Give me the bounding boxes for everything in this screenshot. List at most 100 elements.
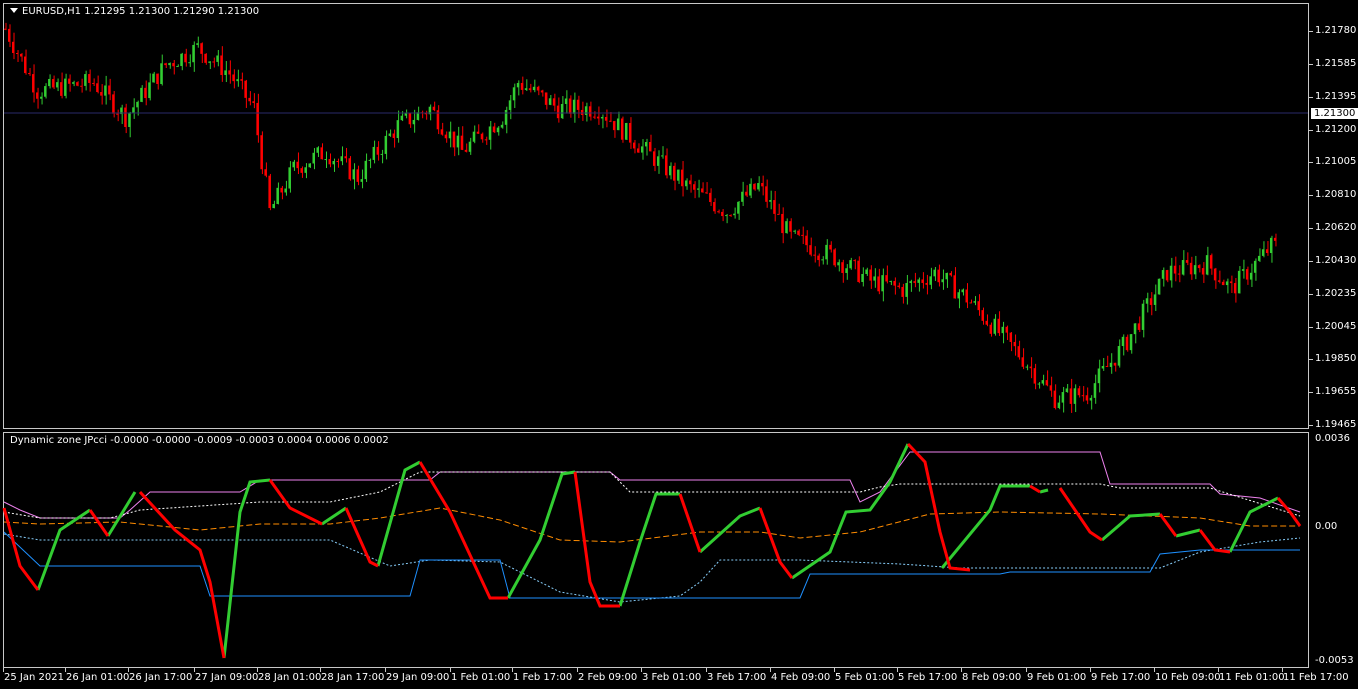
time-axis-label: 11 Feb 17:00 — [1283, 672, 1349, 683]
jpcci-up-segment — [106, 491, 137, 537]
candle-body — [264, 169, 267, 176]
candle-body — [408, 113, 412, 125]
candle-body — [833, 249, 836, 266]
candle-body — [669, 165, 672, 176]
candle-body — [292, 161, 295, 168]
candle-body — [893, 280, 896, 286]
price-axis-tick — [1309, 228, 1313, 229]
time-axis-tick — [128, 668, 129, 672]
candle-body — [604, 116, 608, 121]
price-axis-label: 1.21005 — [1315, 156, 1357, 168]
candle-body — [1209, 255, 1213, 269]
candle-body — [705, 192, 708, 194]
candle-body — [160, 63, 163, 85]
candle-body — [937, 269, 940, 283]
candle-body — [388, 133, 391, 136]
candle-body — [1081, 395, 1085, 397]
candle-body — [789, 221, 792, 232]
candle-body — [1109, 362, 1113, 367]
candle-body — [1221, 281, 1225, 286]
candle-body — [1009, 332, 1012, 342]
candle-body — [1237, 270, 1241, 294]
candle-body — [352, 169, 355, 180]
candle-body — [644, 142, 648, 147]
candle-body — [368, 159, 371, 161]
price-axis-tick — [1309, 96, 1313, 98]
candle-body — [392, 133, 396, 139]
time-axis[interactable]: 25 Jan 2021 26 Jan 01:00 26 Jan 17:00 27 Ja… — [0, 668, 1358, 689]
candle-body — [536, 86, 540, 91]
price-axis[interactable]: 1.21780 1.21585 1.21395 1.21200 1.21005 1.208… — [1309, 0, 1358, 430]
candle-body — [981, 310, 984, 321]
candle-body — [548, 98, 552, 105]
candle-body — [648, 142, 652, 152]
candle-body — [1241, 269, 1245, 271]
candle-body — [949, 272, 952, 276]
candle-body — [448, 131, 452, 139]
candle-body — [540, 90, 544, 93]
candle-body — [156, 73, 159, 85]
candle-body — [188, 62, 191, 64]
price-axis-label: 1.20235 — [1315, 287, 1357, 299]
candle-body — [8, 28, 11, 42]
candle-body — [853, 260, 856, 262]
jpcci-down-segment — [88, 509, 110, 537]
candle-body — [172, 63, 175, 67]
jpcci-down-segment — [906, 442, 971, 572]
candle-body — [504, 109, 508, 125]
candle-body — [813, 254, 816, 256]
candle-body — [220, 55, 223, 76]
candle-body — [488, 126, 492, 140]
candle-body — [312, 152, 315, 164]
time-axis-label: 9 Feb 01:00 — [1027, 672, 1087, 683]
time-axis-tick — [577, 668, 578, 672]
time-axis-tick — [257, 668, 258, 672]
candle-body — [1053, 390, 1057, 409]
candle-body — [741, 191, 744, 202]
candle-body — [861, 274, 864, 282]
jpcci-up-segment — [321, 506, 347, 526]
candle-body — [372, 146, 375, 160]
candle-body — [913, 281, 916, 283]
candle-body — [1133, 323, 1137, 335]
candle-body — [1261, 249, 1265, 256]
candle-body — [104, 85, 107, 96]
candle-body — [881, 275, 884, 292]
candle-body — [997, 318, 1000, 334]
candle-body — [308, 163, 311, 168]
candle-body — [941, 279, 944, 283]
candle-body — [396, 120, 400, 139]
candle-body — [677, 169, 680, 181]
time-axis-label: 2 Feb 09:00 — [578, 672, 638, 683]
time-axis-label: 3 Feb 01:00 — [642, 672, 702, 683]
jpcci-down-segment — [418, 461, 508, 600]
candle-body — [673, 165, 676, 181]
candle-body — [236, 79, 239, 82]
candle-body — [440, 129, 444, 135]
lower-inner-band-line — [3, 533, 1301, 603]
candle-body — [1085, 395, 1089, 401]
candle-body — [745, 191, 748, 196]
candle-body — [588, 106, 592, 117]
candle-body — [208, 61, 211, 63]
indicator-axis[interactable]: 0.0036 0.00 -0.0053 — [1309, 430, 1358, 668]
time-axis-label: 1 Feb 17:00 — [513, 672, 573, 683]
candle-body — [100, 92, 103, 96]
candle-body — [901, 286, 904, 297]
candle-body — [80, 85, 83, 87]
candle-body — [905, 282, 908, 297]
candle-body — [468, 141, 472, 152]
candle-body — [460, 135, 464, 150]
candle-body — [989, 324, 992, 334]
candle-body — [344, 156, 347, 159]
time-axis-tick — [1282, 668, 1283, 672]
candle-body — [284, 188, 287, 193]
candle-body — [228, 70, 231, 75]
candle-body — [180, 53, 183, 67]
candle-body — [532, 86, 536, 91]
candle-body — [484, 139, 488, 141]
jpcci-up-segment — [36, 508, 91, 591]
jpcci-down-segment — [2, 507, 40, 591]
time-axis-label: 5 Feb 17:00 — [898, 672, 958, 683]
candle-body — [801, 234, 804, 236]
